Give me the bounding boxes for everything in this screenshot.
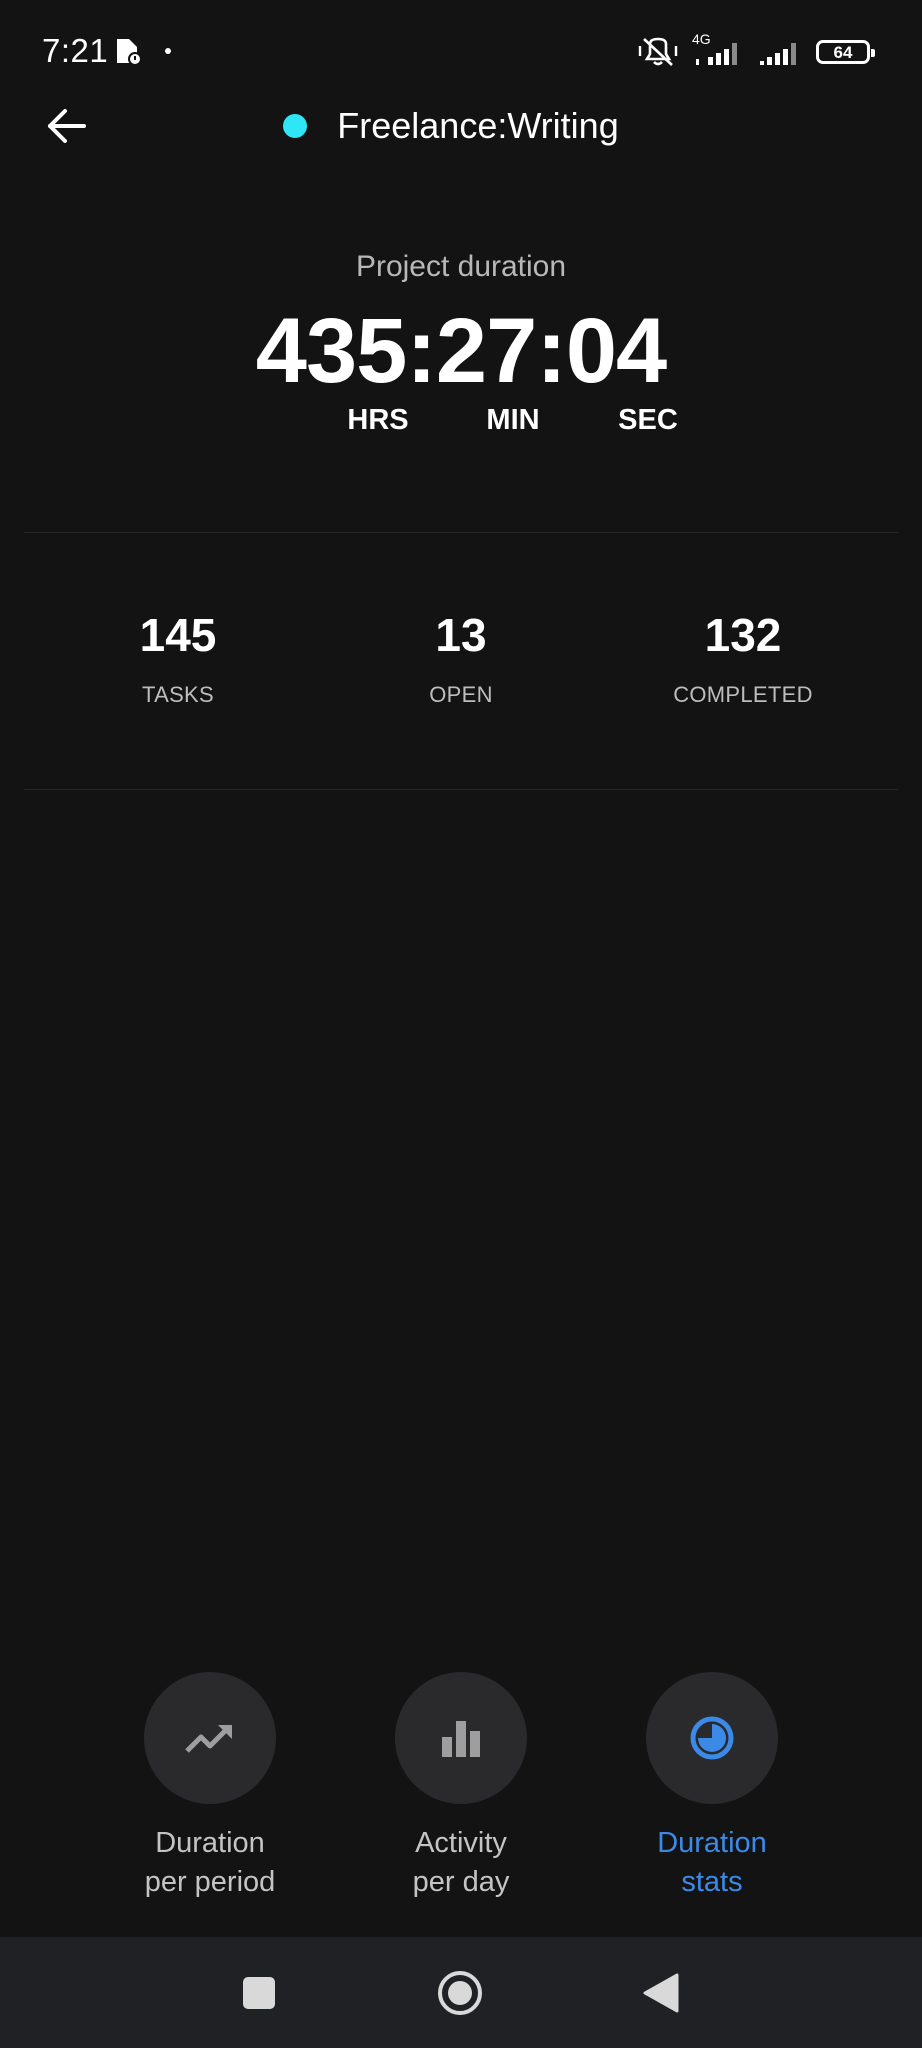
unit-seconds: SEC — [618, 404, 678, 436]
stat-open-value: 13 — [435, 609, 487, 661]
duration-value: 435:27:04 — [255, 300, 667, 402]
app-notification-icon — [117, 39, 142, 66]
home-button[interactable] — [424, 1957, 496, 2029]
project-color-dot — [283, 114, 308, 138]
notification-dot — [165, 48, 171, 54]
divider-bottom — [24, 789, 898, 790]
home-circle-icon — [438, 1971, 482, 2015]
pie-chart-icon — [690, 1716, 734, 1760]
back-button[interactable] — [40, 100, 92, 152]
unit-hours: HRS — [347, 404, 409, 436]
square-icon — [243, 1977, 275, 2009]
duration-per-period-label: Duration per period — [90, 1824, 330, 1902]
duration-stats-line1: Duration — [657, 1827, 767, 1859]
project-header: Freelance:Writing — [0, 100, 922, 152]
recent-apps-button[interactable] — [223, 1957, 295, 2029]
status-icons: 4G 64 — [638, 31, 875, 70]
duration-per-period-line2: per period — [144, 1866, 276, 1898]
stat-completed: 132 COMPLETED — [593, 612, 893, 708]
status-time: 7:21 — [42, 32, 109, 69]
triangle-back-icon — [643, 1973, 679, 2013]
duration-stats-screen: 7:21 4G 64 Freelance:Writing Project dur… — [0, 0, 922, 2048]
cell-signal-icon-2 — [760, 43, 796, 65]
unit-minutes: MIN — [486, 404, 540, 436]
activity-per-day-line2: per day — [412, 1866, 510, 1898]
duration-stats-label: Duration stats — [592, 1824, 832, 1902]
system-back-button[interactable] — [625, 1957, 697, 2029]
duration-label: Project duration — [355, 250, 567, 283]
vibrate-off-icon — [638, 37, 678, 66]
activity-per-day-circle[interactable] — [395, 1672, 527, 1804]
activity-per-day-label: Activity per day — [341, 1824, 581, 1902]
bar-chart-icon — [442, 1721, 480, 1757]
duration-per-period-circle[interactable] — [144, 1672, 276, 1804]
stat-open-label: OPEN — [429, 682, 493, 707]
activity-per-day-line1: Activity — [415, 1827, 507, 1859]
stat-completed-label: COMPLETED — [673, 682, 813, 707]
battery-icon: 64 — [816, 40, 875, 64]
arrow-left-icon — [48, 109, 86, 143]
activity-per-day-button[interactable]: Activity per day — [341, 1672, 581, 1902]
stat-tasks-value: 145 — [139, 609, 217, 661]
duration-stats-circle[interactable] — [646, 1672, 778, 1804]
battery-level: 64 — [833, 42, 853, 62]
trending-up-icon — [185, 1725, 232, 1753]
duration-per-period-button[interactable]: Duration per period — [90, 1672, 330, 1902]
duration-stats-line2: stats — [681, 1866, 743, 1898]
project-title: Freelance:Writing — [337, 105, 619, 146]
stat-completed-value: 132 — [704, 609, 782, 661]
stat-open: 13 OPEN — [311, 612, 611, 708]
system-nav-bar — [0, 1937, 922, 2048]
stat-tasks-label: TASKS — [141, 682, 214, 707]
status-bar: 7:21 4G 64 — [0, 0, 922, 96]
duration-stats-button[interactable]: Duration stats — [592, 1672, 832, 1902]
stat-tasks: 145 TASKS — [28, 612, 328, 708]
network-type: 4G — [692, 31, 711, 47]
signal-4g: 4G — [692, 31, 744, 69]
duration-per-period-line1: Duration — [155, 1827, 265, 1859]
divider-top — [24, 532, 898, 533]
